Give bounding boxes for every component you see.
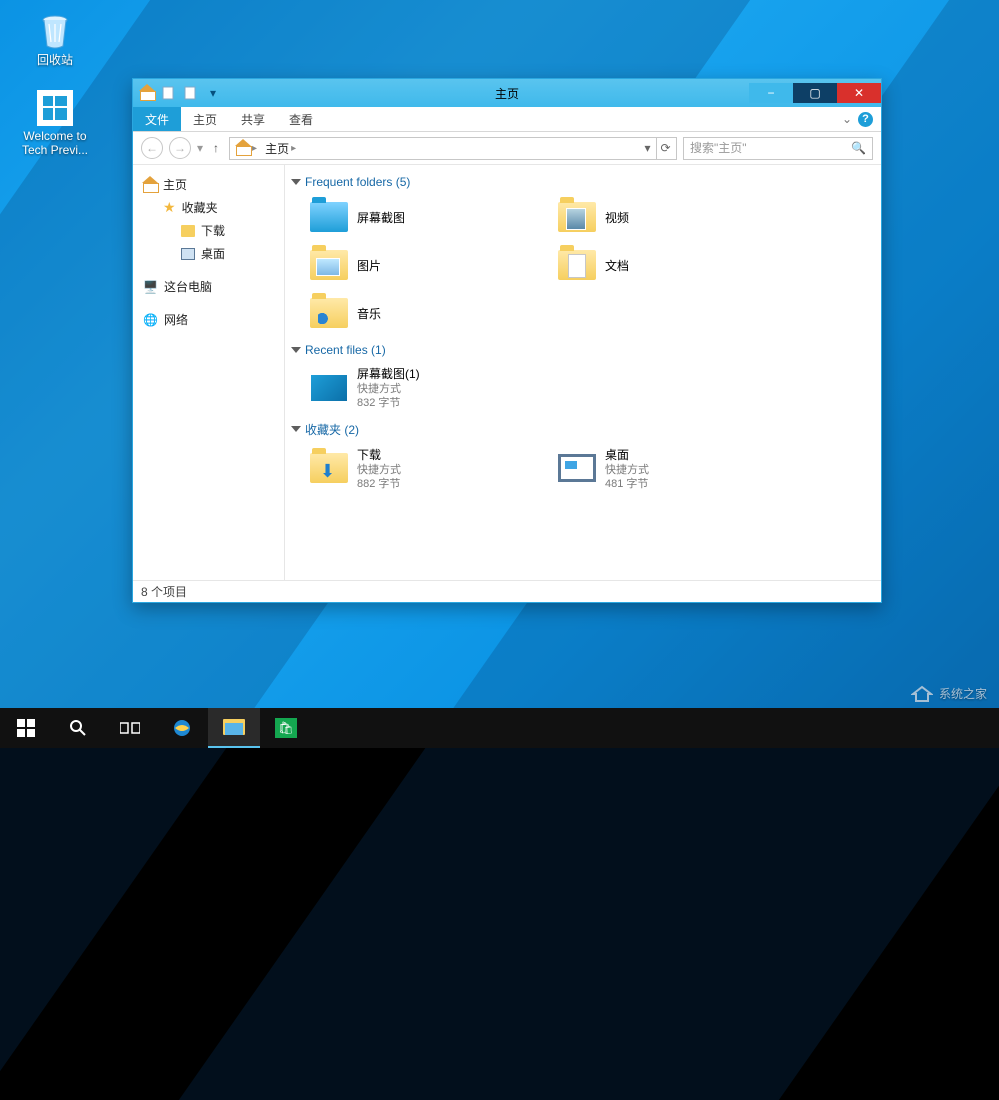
collapse-icon bbox=[291, 179, 301, 185]
folder-tile-documents[interactable]: 文档 bbox=[553, 241, 801, 289]
nav-item-favorites[interactable]: ★收藏夹 bbox=[137, 196, 280, 219]
folder-tile-pictures[interactable]: 图片 bbox=[305, 241, 553, 289]
group-header-frequent[interactable]: Frequent folders (5) bbox=[289, 169, 881, 193]
ribbon-tab-file[interactable]: 文件 bbox=[133, 107, 181, 131]
watermark: 系统之家 bbox=[911, 682, 987, 704]
nav-back-button[interactable]: ← bbox=[141, 137, 163, 159]
qat-home-icon[interactable] bbox=[137, 83, 157, 103]
content-pane[interactable]: Frequent folders (5) 屏幕截图 视频 图片 文档 音乐 Re… bbox=[285, 165, 881, 580]
folder-icon bbox=[310, 202, 348, 232]
group-header-recent[interactable]: Recent files (1) bbox=[289, 337, 881, 361]
qat-newfolder-icon[interactable] bbox=[181, 83, 201, 103]
status-bar: 8 个项目 bbox=[133, 580, 881, 602]
collapse-icon bbox=[291, 426, 301, 432]
file-tile-screenshot1[interactable]: 屏幕截图(1)快捷方式832 字节 bbox=[305, 361, 553, 415]
folder-tile-screenshots[interactable]: 屏幕截图 bbox=[305, 193, 553, 241]
taskbar-ie-button[interactable] bbox=[156, 708, 208, 748]
refresh-button[interactable]: ⟳ bbox=[656, 138, 674, 159]
folder-tile-videos[interactable]: 视频 bbox=[553, 193, 801, 241]
search-box[interactable]: 🔍 bbox=[683, 137, 873, 160]
address-dropdown-icon[interactable]: ▾ bbox=[638, 138, 656, 159]
folder-tile-music[interactable]: 音乐 bbox=[305, 289, 553, 337]
explorer-window: ▾ 主页 − ▢ ✕ 文件 主页 共享 查看 ⌄ ? ← → ▾ ↑ bbox=[132, 78, 882, 603]
star-icon: ★ bbox=[163, 199, 176, 216]
taskbar-explorer-button[interactable] bbox=[208, 708, 260, 748]
taskbar-search-button[interactable] bbox=[52, 708, 104, 748]
ribbon-tab-home[interactable]: 主页 bbox=[181, 107, 229, 131]
group-header-favorites[interactable]: 收藏夹 (2) bbox=[289, 415, 881, 442]
title-bar[interactable]: ▾ 主页 − ▢ ✕ bbox=[133, 79, 881, 107]
folder-icon bbox=[558, 250, 596, 280]
nav-up-button[interactable]: ↑ bbox=[209, 141, 223, 155]
ribbon-tab-view[interactable]: 查看 bbox=[277, 107, 325, 131]
taskbar-taskview-button[interactable] bbox=[104, 708, 156, 748]
recycle-bin-icon bbox=[33, 10, 77, 54]
qat-dropdown-icon[interactable]: ▾ bbox=[203, 83, 223, 103]
windows-logo-icon bbox=[33, 86, 77, 130]
breadcrumb-item[interactable]: 主页 ▸ bbox=[261, 140, 300, 157]
folder-icon bbox=[310, 250, 348, 280]
qat-properties-icon[interactable] bbox=[159, 83, 179, 103]
folder-icon bbox=[310, 453, 348, 483]
pc-icon: 🖥️ bbox=[143, 280, 158, 294]
desktop-icon-welcome[interactable]: Welcome to Tech Previ... bbox=[18, 86, 92, 158]
nav-item-network[interactable]: 🌐网络 bbox=[137, 308, 280, 331]
ribbon-tab-share[interactable]: 共享 bbox=[229, 107, 277, 131]
search-input[interactable] bbox=[690, 141, 851, 155]
taskbar-store-button[interactable]: 🛍 bbox=[260, 708, 312, 748]
status-text: 8 个项目 bbox=[141, 583, 187, 600]
thumbnail-icon bbox=[310, 374, 348, 402]
network-icon: 🌐 bbox=[143, 313, 158, 327]
nav-history-dropdown[interactable]: ▾ bbox=[197, 141, 203, 155]
navigation-pane: 主页 ★收藏夹 下载 桌面 🖥️这台电脑 🌐网络 bbox=[133, 165, 285, 580]
nav-item-home[interactable]: 主页 bbox=[137, 173, 280, 196]
nav-item-this-pc[interactable]: 🖥️这台电脑 bbox=[137, 275, 280, 298]
help-icon[interactable]: ? bbox=[858, 112, 873, 127]
nav-item-downloads[interactable]: 下载 bbox=[137, 219, 280, 242]
folder-icon bbox=[181, 225, 195, 237]
nav-item-desktop[interactable]: 桌面 bbox=[137, 242, 280, 265]
desktop-wallpaper[interactable]: 回收站 Welcome to Tech Previ... ▾ 主页 − ▢ ✕ bbox=[0, 0, 999, 748]
desktop-icon bbox=[558, 454, 596, 482]
ribbon-expand-icon[interactable]: ⌄ bbox=[842, 112, 852, 126]
desktop-icon-label: 回收站 bbox=[37, 54, 73, 68]
breadcrumb-home[interactable]: ▸ bbox=[232, 142, 261, 154]
maximize-button[interactable]: ▢ bbox=[793, 83, 837, 103]
folder-icon bbox=[558, 202, 596, 232]
desktop-icon-recycle-bin[interactable]: 回收站 bbox=[18, 10, 92, 68]
address-bar[interactable]: ▸ 主页 ▸ ▾ ⟳ bbox=[229, 137, 677, 160]
search-icon: 🔍 bbox=[851, 141, 866, 155]
start-button[interactable] bbox=[0, 708, 52, 748]
minimize-button[interactable]: − bbox=[749, 83, 793, 103]
desktop-icon-label: Welcome to Tech Previ... bbox=[18, 130, 92, 158]
nav-forward-button[interactable]: → bbox=[169, 137, 191, 159]
file-tile-desktop[interactable]: 桌面快捷方式481 字节 bbox=[553, 442, 801, 496]
address-bar-row: ← → ▾ ↑ ▸ 主页 ▸ ▾ ⟳ 🔍 bbox=[133, 132, 881, 165]
folder-icon bbox=[310, 298, 348, 328]
file-tile-downloads[interactable]: 下载快捷方式882 字节 bbox=[305, 442, 553, 496]
taskbar[interactable]: 🛍 bbox=[0, 708, 999, 748]
ribbon-tabs: 文件 主页 共享 查看 ⌄ ? bbox=[133, 107, 881, 132]
collapse-icon bbox=[291, 347, 301, 353]
close-button[interactable]: ✕ bbox=[837, 83, 881, 103]
desktop-icon bbox=[181, 248, 195, 260]
